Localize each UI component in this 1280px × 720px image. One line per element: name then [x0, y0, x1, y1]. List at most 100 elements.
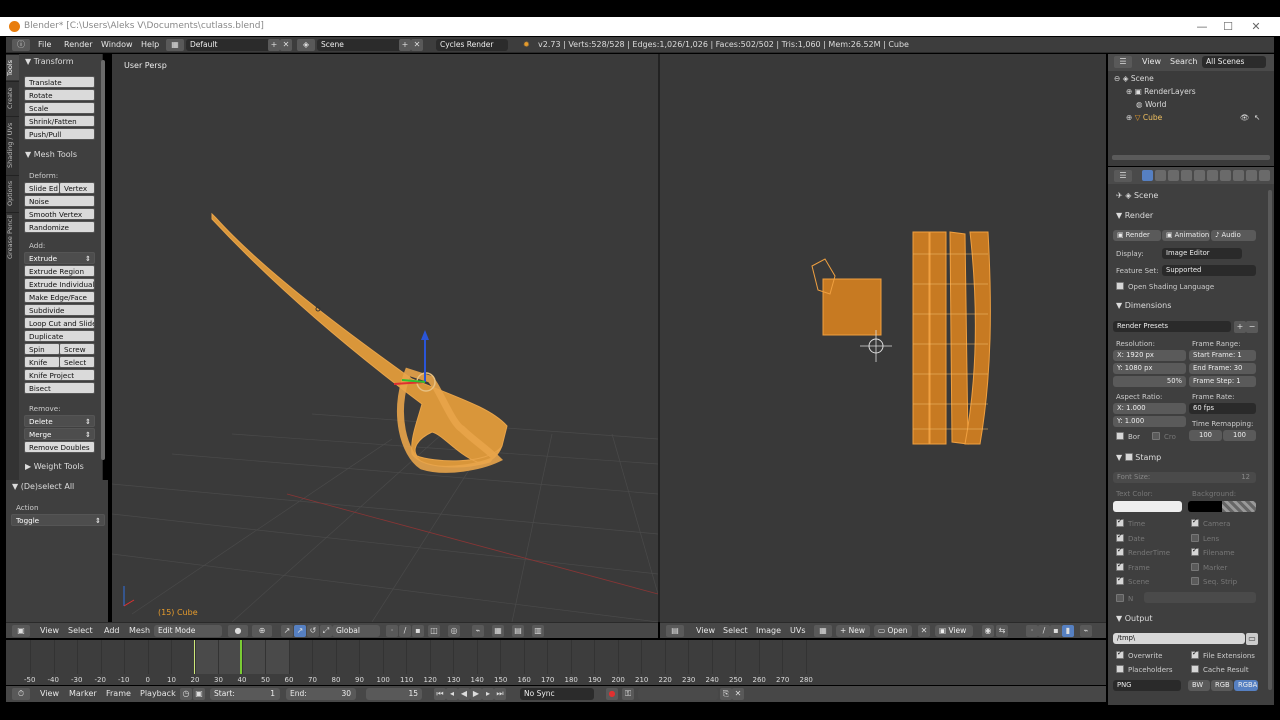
text-color-swatch[interactable] [1113, 501, 1182, 512]
remap-new-field[interactable]: 100 [1223, 430, 1256, 441]
overwrite-checkbox[interactable] [1116, 649, 1124, 659]
visibility-icon[interactable]: 👁 [1240, 113, 1250, 122]
editor-type-icon[interactable]: ▤ [666, 625, 684, 637]
transform-panel-header[interactable]: ▼ Transform [25, 57, 74, 66]
extrude-individual-button[interactable]: Extrude Individual [24, 278, 95, 290]
scene-tab-icon[interactable] [1168, 170, 1179, 181]
menu-file[interactable]: File [38, 40, 51, 49]
merge-menu[interactable]: Merge ⇕ [24, 428, 95, 440]
outliner-filter-select[interactable]: All Scenes [1202, 56, 1266, 68]
color-bw-button[interactable]: BW [1188, 680, 1210, 691]
open-image-button[interactable]: ▭ Open [874, 625, 912, 637]
add-scene-icon[interactable]: + [399, 39, 411, 51]
cache-result-checkbox[interactable] [1191, 665, 1199, 673]
stamp-time-checkbox[interactable] [1116, 517, 1124, 527]
uv-menu-image[interactable]: Image [756, 626, 781, 635]
add-layout-icon[interactable]: + [268, 39, 280, 51]
stamp-marker-checkbox[interactable] [1191, 563, 1199, 571]
output-panel-header[interactable]: ▼ Output [1116, 614, 1153, 623]
prev-key-icon[interactable]: ◂ [446, 688, 458, 700]
delete-key-icon[interactable]: ✕ [732, 688, 744, 700]
constraints-tab-icon[interactable] [1207, 170, 1218, 181]
stamp-note-field[interactable] [1144, 592, 1256, 603]
manipulator-icon[interactable]: ↗ [281, 625, 293, 637]
editor-type-icon[interactable]: ▣ [12, 625, 30, 637]
folder-icon[interactable]: ▭ [1246, 633, 1258, 645]
editor-type-icon[interactable]: ⓘ [12, 39, 30, 51]
expand-icon[interactable]: ⊕ [1126, 87, 1132, 96]
uv-canvas[interactable] [660, 54, 1106, 622]
record-icon[interactable]: ● [606, 688, 618, 700]
knife-project-button[interactable]: Knife Project [24, 369, 95, 381]
snap-element-icon[interactable]: ▦ [492, 625, 504, 637]
aspect-y-field[interactable]: Y: 1.000 [1113, 416, 1186, 427]
insert-key-icon[interactable]: ⎘ [720, 688, 732, 700]
properties-scrollbar[interactable] [1268, 190, 1272, 690]
render-presets-select[interactable]: Render Presets [1113, 321, 1231, 332]
spin-button[interactable]: Spin [24, 343, 60, 355]
resolution-y-field[interactable]: Y: 1080 px [1113, 363, 1186, 374]
remove-layout-icon[interactable]: ✕ [280, 39, 292, 51]
expand-icon[interactable]: ⊕ [1126, 113, 1132, 122]
stamp-note-checkbox[interactable] [1116, 594, 1124, 602]
sync-select[interactable]: No Sync [520, 688, 594, 700]
scale-icon[interactable]: ⤢ [320, 625, 332, 637]
pivot-icon[interactable]: ⊕ [252, 625, 272, 637]
texture-tab-icon[interactable] [1259, 170, 1270, 181]
feature-set-select[interactable]: Supported [1162, 265, 1256, 276]
make-edge-face-button[interactable]: Make Edge/Face [24, 291, 95, 303]
render-panel-header[interactable]: ▼ Render [1116, 211, 1153, 220]
duplicate-button[interactable]: Duplicate [24, 330, 95, 342]
tab-options[interactable]: Options [6, 175, 19, 211]
menu-add[interactable]: Add [104, 626, 120, 635]
proportional-icon[interactable]: ◎ [448, 625, 460, 637]
crop-checkbox[interactable] [1152, 432, 1160, 440]
outliner-scrollbar[interactable] [1112, 155, 1270, 160]
face-select-icon[interactable]: ▪ [412, 625, 424, 637]
jump-start-icon[interactable]: ⏮ [434, 688, 446, 700]
uv-sync-icon[interactable]: ⇆ [996, 625, 1008, 637]
start-frame-input[interactable]: Start: 1 [210, 688, 280, 700]
translate-button[interactable]: Translate [24, 76, 95, 88]
render-tab-icon[interactable] [1142, 170, 1153, 181]
pin-icon[interactable]: ✕ [918, 625, 930, 637]
stamp-camera-checkbox[interactable] [1191, 517, 1199, 527]
jump-end-icon[interactable]: ⏭ [494, 688, 506, 700]
object-tab-icon[interactable] [1194, 170, 1205, 181]
preview-range-icon[interactable]: ◷ [180, 688, 192, 700]
uv-edge-icon[interactable]: / [1038, 625, 1050, 637]
menu-window[interactable]: Window [101, 40, 133, 49]
animation-button[interactable]: ▣ Animation [1162, 230, 1210, 241]
operator-panel-header[interactable]: ▼ (De)select All [12, 482, 74, 491]
display-select[interactable]: Image Editor [1162, 248, 1242, 259]
editor-type-icon[interactable]: ☰ [1114, 170, 1132, 182]
render-preview-icon[interactable]: ▤ [512, 625, 524, 637]
menu-render[interactable]: Render [64, 40, 92, 49]
modifiers-tab-icon[interactable] [1220, 170, 1231, 181]
background-alpha-swatch[interactable] [1222, 501, 1256, 512]
uv-pivot-icon[interactable]: ◉ [982, 625, 994, 637]
outliner-row-renderlayers[interactable]: ⊕ ▣ RenderLayers [1110, 87, 1270, 100]
outliner-row-scene[interactable]: ⊖ ◈ Scene [1110, 74, 1270, 87]
mode-select[interactable]: Edit Mode [154, 625, 222, 637]
resolution-percent-field[interactable]: 50% [1113, 376, 1186, 387]
randomize-button[interactable]: Randomize [24, 221, 95, 233]
uv-menu-view[interactable]: View [696, 626, 715, 635]
play-icon[interactable]: ▶ [470, 688, 482, 700]
osl-checkbox[interactable] [1116, 282, 1124, 290]
shrink-fatten-button[interactable]: Shrink/Fatten [24, 115, 95, 127]
layers-tab-icon[interactable] [1155, 170, 1166, 181]
color-rgb-button[interactable]: RGB [1211, 680, 1233, 691]
render-button[interactable]: ▣ Render [1113, 230, 1161, 241]
snap-icon[interactable]: ⌁ [472, 625, 484, 637]
weight-tools-panel-header[interactable]: ▶ Weight Tools [25, 462, 84, 471]
vertex-select-icon[interactable]: · [386, 625, 398, 637]
file-format-select[interactable]: PNG [1113, 680, 1181, 691]
scale-button[interactable]: Scale [24, 102, 95, 114]
uv-island-icon[interactable]: ▮ [1062, 625, 1074, 637]
new-image-button[interactable]: + New [836, 625, 870, 637]
slide-vertex-button[interactable]: Vertex [59, 182, 95, 194]
maximize-icon[interactable]: ☐ [1218, 20, 1238, 33]
mesh-tools-panel-header[interactable]: ▼ Mesh Tools [25, 150, 77, 159]
stamp-date-checkbox[interactable] [1116, 532, 1124, 542]
